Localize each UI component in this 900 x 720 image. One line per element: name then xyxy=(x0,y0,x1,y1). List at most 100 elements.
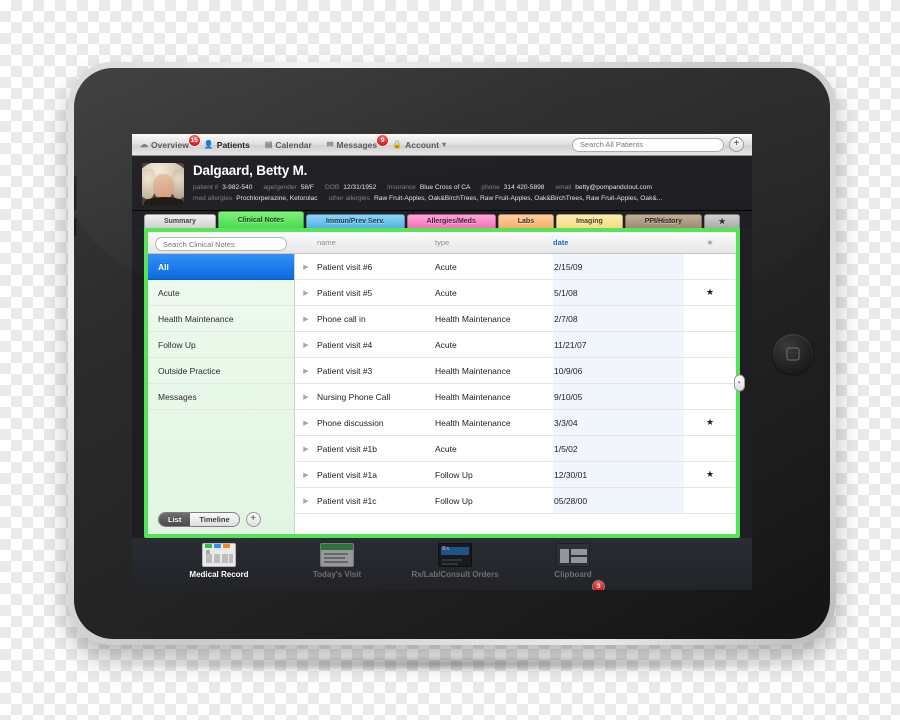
meta-key: DOB xyxy=(324,184,340,191)
patient-meta-row-2: med allergies Prochlorperazine, Ketorola… xyxy=(193,193,662,204)
cell-type: Health Maintenance xyxy=(435,391,511,402)
cell-star-icon[interactable]: ★ xyxy=(684,469,736,480)
disclosure-triangle-icon[interactable]: ▶ xyxy=(295,341,317,349)
dock-label: Rx/Lab/Consult Orders xyxy=(411,570,499,579)
tab-immun-prev-serv[interactable]: Immun/Prev Serv. xyxy=(305,214,405,228)
search-clinical-notes-input[interactable] xyxy=(155,237,287,251)
sidebar-item-health-maintenance[interactable]: Health Maintenance xyxy=(148,306,294,332)
nav-item-messages[interactable]: ✉ Messages 9 xyxy=(326,134,389,150)
cell-type: Health Maintenance xyxy=(435,417,511,428)
meta-value: 12/31/1952 xyxy=(343,184,377,191)
view-mode-timeline[interactable]: Timeline xyxy=(190,513,239,526)
notes-table: ▶ Patient visit #6 Acute 2/15/09 ▶ Patie… xyxy=(295,254,736,534)
table-row[interactable]: ▶ Phone discussion Health Maintenance 3/… xyxy=(295,410,736,436)
nav-label-patients: Patients xyxy=(216,139,250,150)
add-patient-button[interactable]: + xyxy=(729,137,744,152)
dock-label: Today's Visit xyxy=(312,570,362,579)
disclosure-triangle-icon[interactable]: ▶ xyxy=(295,497,317,505)
cell-type: Health Maintenance xyxy=(435,313,511,324)
meta-key: email xyxy=(555,184,572,191)
disclosure-triangle-icon[interactable]: ▶ xyxy=(295,445,317,453)
todays-visit-icon xyxy=(320,543,354,567)
disclosure-triangle-icon[interactable]: ▶ xyxy=(295,263,317,271)
cell-type: Health Maintenance xyxy=(435,365,511,376)
cell-name: Patient visit #1c xyxy=(317,495,377,506)
panel-resize-handle[interactable]: ‣ xyxy=(734,374,745,392)
sidebar-item-messages[interactable]: Messages xyxy=(148,384,294,410)
column-header-type[interactable]: type xyxy=(435,238,553,247)
cell-date: 11/21/07 xyxy=(553,332,684,357)
tab-clinical-notes[interactable]: Clinical Notes xyxy=(217,211,304,228)
nav-label-account: Account xyxy=(405,139,440,150)
notes-search-wrap xyxy=(148,234,295,252)
dock-item-medical-record[interactable]: Medical Record xyxy=(160,543,278,579)
cell-type: Acute xyxy=(435,261,457,272)
meta-key: other allergies xyxy=(328,195,371,202)
column-header-date[interactable]: date xyxy=(553,238,684,247)
tab-starred[interactable]: ★ xyxy=(704,214,741,228)
column-header-name[interactable]: name xyxy=(317,238,435,247)
sidebar-item-all[interactable]: All xyxy=(148,254,294,280)
table-row[interactable]: ▶ Patient visit #1b Acute 1/5/02 xyxy=(295,436,736,462)
disclosure-triangle-icon[interactable]: ▶ xyxy=(295,471,317,479)
disclosure-triangle-icon[interactable]: ▶ xyxy=(295,393,317,401)
dock-item-clipboard[interactable]: Clipboard 3 xyxy=(514,543,632,590)
envelope-icon: ✉ xyxy=(326,139,334,149)
table-row[interactable]: ▶ Patient visit #3 Health Maintenance 10… xyxy=(295,358,736,384)
table-row[interactable]: ▶ Phone call in Health Maintenance 2/7/0… xyxy=(295,306,736,332)
tab-imaging[interactable]: Imaging xyxy=(556,214,623,228)
tab-labs[interactable]: Labs xyxy=(497,214,555,228)
view-mode-list[interactable]: List xyxy=(159,513,191,526)
disclosure-triangle-icon[interactable]: ▶ xyxy=(295,289,317,297)
table-row[interactable]: ▶ Nursing Phone Call Health Maintenance … xyxy=(295,384,736,410)
cell-name: Patient visit #3 xyxy=(317,365,373,376)
table-row[interactable]: ▶ Patient visit #4 Acute 11/21/07 xyxy=(295,332,736,358)
nav-item-patients[interactable]: 👤 Patients xyxy=(204,140,250,150)
volume-button[interactable] xyxy=(74,176,77,210)
meta-value: 58/F xyxy=(300,184,314,191)
meta-value: Prochlorperazine, Ketorolac xyxy=(236,195,318,202)
clipboard-badge: 3 xyxy=(593,581,604,590)
cell-star-icon[interactable]: ★ xyxy=(684,417,736,428)
meta-key: patient # xyxy=(193,184,219,191)
cell-name: Patient visit #1b xyxy=(317,443,378,454)
chevron-down-icon: ▾ xyxy=(442,139,447,149)
search-all-patients-input[interactable] xyxy=(572,137,724,152)
table-row[interactable]: ▶ Patient visit #1a Follow Up 12/30/01 ★ xyxy=(295,462,736,488)
cell-type: Follow Up xyxy=(435,469,473,480)
disclosure-triangle-icon[interactable]: ▶ xyxy=(295,315,317,323)
dock-item-todays-visit[interactable]: Today's Visit xyxy=(278,543,396,579)
nav-item-overview[interactable]: ☁ Overview 15 xyxy=(140,134,200,150)
table-row[interactable]: ▶ Patient visit #6 Acute 2/15/09 xyxy=(295,254,736,280)
notes-filter-sidebar: All Acute Health Maintenance Follow Up O… xyxy=(148,254,295,534)
tab-ppi-history[interactable]: PPI/History xyxy=(624,214,703,228)
sidebar-item-outside-practice[interactable]: Outside Practice xyxy=(148,358,294,384)
tab-allergies-meds[interactable]: Allergies/Meds xyxy=(406,214,496,228)
dock-item-rx-lab-consult-orders[interactable]: Rx Rx/Lab/Consult Orders xyxy=(396,543,514,579)
power-button[interactable] xyxy=(74,218,77,236)
table-row[interactable]: ▶ Patient visit #1c Follow Up 05/28/00 xyxy=(295,488,736,514)
view-mode-toggle: List Timeline xyxy=(158,512,240,527)
column-header-star[interactable]: ★ xyxy=(684,238,736,247)
app-navbar: ☁ Overview 15 👤 Patients ▤ Calendar ✉ Me… xyxy=(132,134,752,156)
meta-value: Raw Fruit-Apples, Oak&BirchTrees, Raw Fr… xyxy=(374,195,663,202)
sidebar-item-acute[interactable]: Acute xyxy=(148,280,294,306)
home-button[interactable] xyxy=(773,333,813,374)
tab-summary[interactable]: Summary xyxy=(144,214,216,228)
table-row[interactable]: ▶ Patient visit #5 Acute 5/1/08 ★ xyxy=(295,280,736,306)
patient-avatar[interactable] xyxy=(142,163,184,205)
meta-value: betty@pompandclout.com xyxy=(575,184,652,191)
nav-item-account[interactable]: 🔒 Account ▾ xyxy=(392,140,446,150)
add-note-button[interactable]: + xyxy=(245,512,261,527)
disclosure-triangle-icon[interactable]: ▶ xyxy=(295,367,317,375)
cloud-icon: ☁ xyxy=(140,139,148,149)
cell-name: Phone discussion xyxy=(317,417,384,428)
cell-name: Phone call in xyxy=(317,313,366,324)
disclosure-triangle-icon[interactable]: ▶ xyxy=(295,419,317,427)
cell-star-icon[interactable]: ★ xyxy=(684,287,736,298)
dock-label: Medical Record xyxy=(189,570,249,579)
nav-item-calendar[interactable]: ▤ Calendar xyxy=(265,140,312,150)
sidebar-item-follow-up[interactable]: Follow Up xyxy=(148,332,294,358)
medical-record-icon xyxy=(202,543,236,567)
